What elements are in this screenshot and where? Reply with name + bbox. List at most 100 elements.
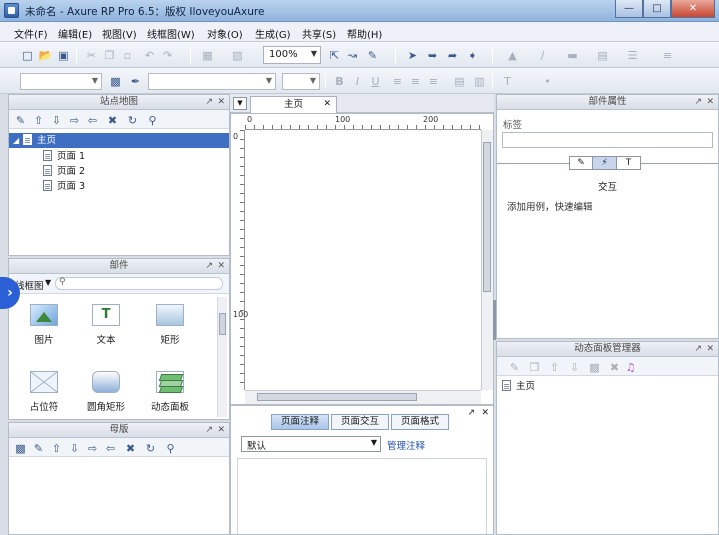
publish-icon[interactable]: ➥ — [425, 48, 440, 62]
scroll-thumb[interactable] — [483, 142, 491, 292]
search-icon[interactable]: ⚲ — [163, 441, 178, 455]
sitemap-page-2[interactable]: 页面 2 — [9, 164, 229, 179]
delete-master-icon[interactable]: ✖ — [123, 441, 138, 455]
save-icon[interactable]: ▣ — [56, 48, 71, 62]
close-icon[interactable]: ✕ — [706, 342, 714, 356]
scroll-thumb[interactable] — [257, 393, 417, 401]
refresh-icon[interactable]: ↻ — [143, 441, 158, 455]
pin-icon[interactable]: ↗ — [467, 408, 475, 418]
underline-icon[interactable]: U — [368, 74, 383, 88]
refresh-icon[interactable]: ↻ — [125, 113, 140, 127]
menu-view[interactable]: 视图(V) — [102, 26, 137, 41]
close-icon[interactable]: ✕ — [217, 95, 225, 109]
move-up-icon[interactable]: ⇧ — [31, 113, 46, 127]
menu-file[interactable]: 文件(F) — [14, 26, 48, 41]
fill-color-icon[interactable]: ▲ — [505, 48, 520, 62]
tab-home[interactable]: 主页 ✕ — [250, 96, 337, 113]
splitter[interactable] — [493, 300, 496, 340]
add-master-icon[interactable]: ▩ — [13, 441, 28, 455]
widget-dynamic-panel[interactable]: 动态面板 — [145, 371, 195, 413]
move-down-icon[interactable]: ⇩ — [567, 360, 582, 374]
open-folder-icon[interactable]: 📂 — [38, 48, 53, 62]
chevron-down-icon[interactable]: ▼ — [45, 278, 51, 287]
cut-icon[interactable]: ✂ — [84, 48, 99, 62]
scroll-thumb[interactable] — [219, 313, 226, 335]
sitemap-page-1[interactable]: 页面 1 — [9, 149, 229, 164]
tab-page-notes[interactable]: 页面注释 — [271, 414, 329, 430]
indent-icon[interactable]: ⇨ — [85, 441, 100, 455]
move-down-icon[interactable]: ⇩ — [67, 441, 82, 455]
delete-page-icon[interactable]: ✖ — [105, 113, 120, 127]
align-right-icon[interactable]: ≡ — [426, 74, 441, 88]
add-page-icon[interactable]: ✎ — [13, 113, 28, 127]
widget-rectangle[interactable]: 矩形 — [145, 304, 195, 346]
bullet-list-icon[interactable]: • — [540, 74, 555, 88]
pin-icon[interactable]: ↗ — [694, 342, 702, 356]
border-style-icon[interactable]: ▤ — [595, 48, 610, 62]
widget-placeholder[interactable]: 占位符 — [19, 371, 69, 413]
share-icon[interactable]: ➧ — [465, 48, 480, 62]
align-middle-icon[interactable]: ▥ — [472, 74, 487, 88]
outdent-icon[interactable]: ⇦ — [103, 441, 118, 455]
move-down-icon[interactable]: ⇩ — [49, 113, 64, 127]
edit-state-icon[interactable]: ▩ — [587, 360, 602, 374]
line-width-icon[interactable]: ▬ — [565, 48, 580, 62]
arrow-style-icon[interactable]: ≡ — [660, 48, 675, 62]
add-state-icon[interactable]: ✎ — [507, 360, 522, 374]
label-input[interactable] — [502, 132, 713, 148]
dpm-root-page[interactable]: 主页 — [497, 379, 718, 394]
pin-icon[interactable]: ↗ — [205, 95, 213, 109]
font-family-select[interactable]: ▼ — [148, 73, 276, 90]
paste-icon[interactable]: ▫ — [120, 48, 135, 62]
line-style-icon[interactable]: ☰ — [625, 48, 640, 62]
widgets-scrollbar[interactable] — [217, 297, 227, 417]
notes-set-select[interactable]: 默认 ▼ — [241, 436, 381, 452]
notes-textarea[interactable] — [237, 458, 487, 534]
style-select[interactable]: ▼ — [20, 73, 102, 90]
copy-icon[interactable]: ❐ — [102, 48, 117, 62]
canvas-hscroll[interactable] — [245, 390, 481, 404]
sitemap-root[interactable]: ◢ 主页 — [9, 133, 229, 148]
collapse-icon[interactable]: ◢ — [13, 133, 23, 148]
design-canvas[interactable]: 0 100 200 0 100 — [230, 113, 494, 405]
search-icon[interactable]: ⚲ — [145, 113, 160, 127]
close-icon[interactable]: ✕ — [671, 0, 715, 18]
italic-icon[interactable]: I — [350, 74, 365, 88]
widget-image[interactable]: 图片 — [19, 304, 69, 346]
indent-icon[interactable]: ⇨ — [67, 113, 82, 127]
line-color-icon[interactable]: ∕ — [535, 48, 550, 62]
widget-search-input[interactable] — [55, 277, 223, 290]
annotation-tab-icon[interactable]: ✎ — [569, 156, 593, 170]
bold-icon[interactable]: B — [332, 74, 347, 88]
filter-icon[interactable]: ♫ — [623, 360, 638, 374]
group-icon[interactable]: ▦ — [200, 48, 215, 62]
connector-icon[interactable]: ↝ — [345, 48, 360, 62]
select-pointer-icon[interactable]: ⇱ — [327, 48, 342, 62]
move-up-icon[interactable]: ⇧ — [49, 441, 64, 455]
tab-page-interactions[interactable]: 页面交互 — [331, 414, 389, 430]
canvas-vscroll[interactable] — [481, 130, 493, 390]
tab-page-format[interactable]: 页面格式 — [391, 414, 449, 430]
menu-generate[interactable]: 生成(G) — [255, 26, 291, 41]
menu-wireframe[interactable]: 线框图(W) — [147, 26, 195, 41]
delete-state-icon[interactable]: ✖ — [607, 360, 622, 374]
preview-icon[interactable]: ➤ — [405, 48, 420, 62]
close-icon[interactable]: ✕ — [217, 423, 225, 437]
align-center-icon[interactable]: ≡ — [408, 74, 423, 88]
undo-icon[interactable]: ↶ — [142, 48, 157, 62]
menu-edit[interactable]: 编辑(E) — [58, 26, 92, 41]
interactions-tab-icon[interactable]: ⚡ — [593, 156, 617, 170]
menu-object[interactable]: 对象(O) — [207, 26, 243, 41]
format-painter-icon[interactable]: ✎ — [365, 48, 380, 62]
tab-list-button[interactable]: ▼ — [233, 97, 247, 110]
close-icon[interactable]: ✕ — [481, 408, 489, 418]
text-color-icon[interactable]: T — [500, 74, 515, 88]
format-brush-icon[interactable]: ✒ — [128, 74, 143, 88]
close-tab-icon[interactable]: ✕ — [323, 97, 331, 112]
align-left-icon[interactable]: ≡ — [390, 74, 405, 88]
pin-icon[interactable]: ↗ — [205, 423, 213, 437]
ungroup-icon[interactable]: ▧ — [230, 48, 245, 62]
redo-icon[interactable]: ↷ — [160, 48, 175, 62]
add-case-hint[interactable]: 添加用例，快速编辑 — [507, 199, 593, 213]
add-folder-icon[interactable]: ✎ — [31, 441, 46, 455]
